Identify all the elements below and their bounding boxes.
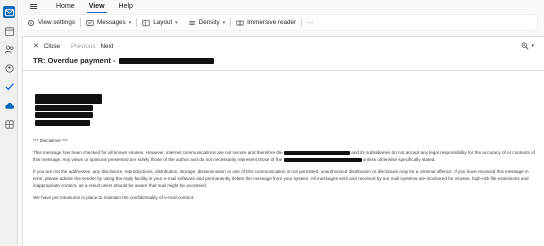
redacted-block [118,57,214,64]
todo-check-icon[interactable] [3,80,15,92]
view-settings-button[interactable]: View settings [22,15,80,30]
density-label: Density [198,19,220,26]
calendar-icon[interactable] [3,25,15,37]
disclaimer-text: This message has been checked for all kn… [33,150,283,155]
messages-button[interactable]: Messages ▾ [81,15,136,30]
disclaimer-text: unless otherwise specifically stated. [362,157,436,162]
onedrive-cloud-icon[interactable] [3,99,15,111]
redacted-block [35,120,90,126]
apps-grid-icon[interactable] [3,118,15,130]
zoom-icon [522,42,529,50]
message-subject: TR: Overdue payment - [33,56,214,65]
message-navigation: ✕ Close Previous Next [33,42,113,51]
more-options-icon: ··· [307,19,314,26]
view-settings-label: View settings [38,19,75,26]
tab-view[interactable]: View [86,0,107,13]
layout-label: Layout [153,19,173,26]
density-icon [188,20,195,25]
tab-help[interactable]: Help [117,0,135,13]
zoom-button[interactable]: ▾ [521,42,534,50]
top-menu-bar: Home View Help [18,0,544,13]
density-button[interactable]: Density ▾ [183,15,231,30]
app-rail [0,0,18,246]
chevron-down-icon: ▾ [222,19,226,26]
redacted-block [35,105,93,111]
reading-pane: ✕ Close Previous Next ▾ TR: Overdue paym… [22,36,544,246]
redacted-block [35,94,102,104]
chevron-down-icon: ▾ [128,19,132,26]
redacted-block [35,112,93,118]
header-divider [23,70,544,71]
ribbon-toolbar: View settings Messages ▾ Layout ▾ Densit… [22,15,537,30]
confidentiality-paragraph: If you are not the addressee, any disclo… [33,169,529,188]
disclaimer-paragraph: This message has been checked for all kn… [33,149,538,163]
close-icon[interactable]: ✕ [33,42,39,50]
redacted-block [284,150,351,156]
chevron-down-icon: ▾ [531,43,534,49]
hamburger-menu-icon[interactable] [30,3,44,10]
immersive-reader-icon [236,20,244,26]
message-body: *** Disclaimer *** This message has been… [33,137,538,206]
layout-icon [142,19,150,26]
groups-icon[interactable] [3,62,15,74]
previous-button[interactable]: Previous [71,43,96,50]
next-button[interactable]: Next [100,43,113,50]
messages-icon [86,19,94,26]
chevron-down-icon: ▾ [175,19,178,26]
mail-icon[interactable] [3,6,15,18]
gear-icon [28,19,34,26]
close-button[interactable]: Close [44,43,60,50]
messages-label: Messages [97,19,126,26]
immersive-reader-button[interactable]: Immersive reader [231,15,301,30]
redacted-block [283,157,362,163]
disclaimer-title: *** Disclaimer *** [33,138,68,143]
measures-paragraph: We have put measures in place to maintai… [33,195,195,200]
subject-text: TR: Overdue payment - [33,56,116,65]
layout-button[interactable]: Layout ▾ [137,15,182,30]
immersive-reader-label: Immersive reader [247,19,297,26]
people-icon[interactable] [3,43,15,55]
tab-home[interactable]: Home [54,0,77,13]
more-options-button[interactable]: ··· [302,15,318,30]
